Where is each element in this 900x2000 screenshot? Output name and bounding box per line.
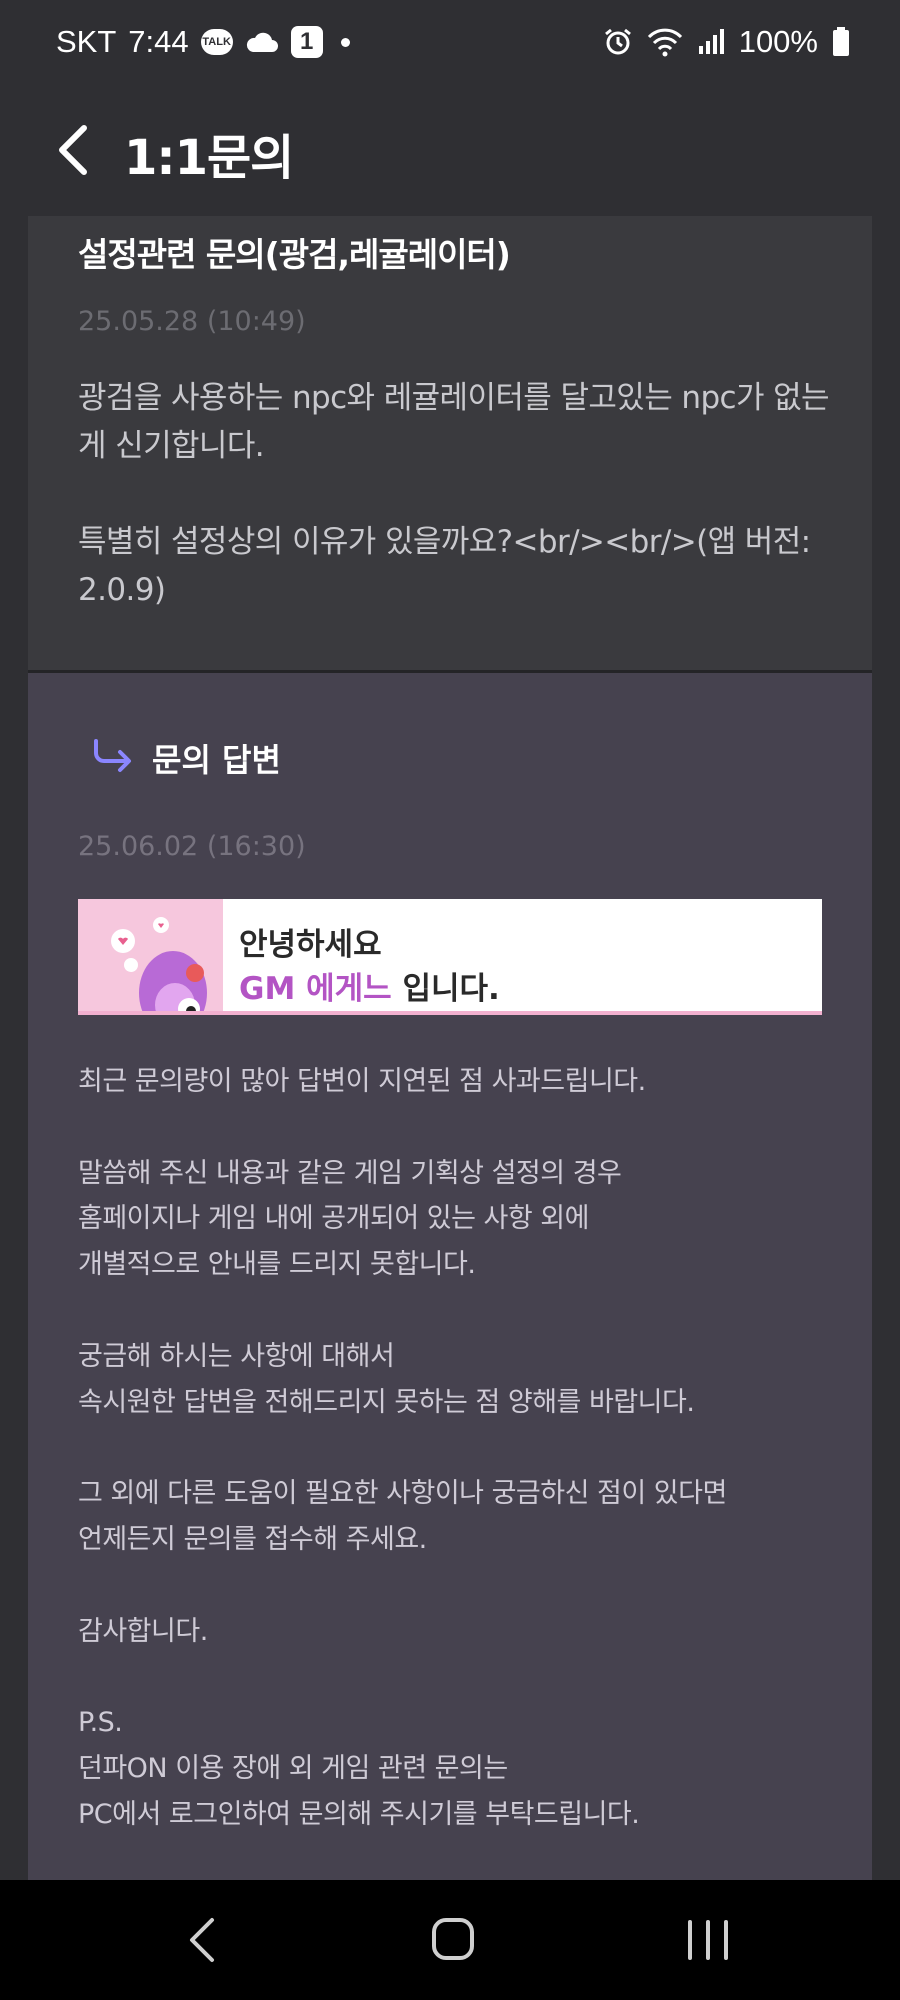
banner-intro: GM 에게느 입니다. xyxy=(239,963,500,1008)
banner-suffix: 입니다. xyxy=(391,971,500,1007)
answer-spacer xyxy=(78,1425,838,1471)
question-title: 설정관련 문의(광검,레귤레이터) xyxy=(78,235,511,274)
answer-paragraph: 감사합니다. xyxy=(78,1615,208,1647)
back-arrow-icon[interactable] xyxy=(52,120,102,180)
banner-underline xyxy=(78,1011,822,1015)
answer-spacer xyxy=(78,1563,838,1609)
talk-icon: TALK xyxy=(200,29,233,55)
answer-spacer xyxy=(78,1288,838,1334)
nav-home-icon[interactable] xyxy=(424,1912,484,1968)
gm-character-illustration xyxy=(111,917,207,1015)
answer-card: 문의 답변 25.06.02 (16:30) 안녕하세요 GM 에게느 입니다.… xyxy=(28,673,872,1880)
battery-icon xyxy=(833,27,849,56)
carrier-label: SKT xyxy=(56,24,117,59)
alarm-icon xyxy=(604,28,631,55)
system-nav-bar xyxy=(0,1880,900,2000)
answer-label: 문의 답변 xyxy=(152,741,281,779)
answer-paragraph: P.S. 던파ON 이용 장애 외 게임 관련 문의는 PC에서 로그인하여 문… xyxy=(78,1707,640,1830)
gm-name: GM 에게느 xyxy=(239,971,392,1007)
status-left: SKT 7:44 TALK 1 xyxy=(56,24,350,60)
answer-spacer xyxy=(78,1654,838,1700)
reply-arrow-icon xyxy=(94,739,131,772)
wifi-icon xyxy=(647,28,682,57)
answer-date: 25.06.02 (16:30) xyxy=(78,831,306,862)
nav-recents-icon[interactable] xyxy=(678,1912,738,1968)
status-right: 100% xyxy=(603,24,850,60)
cloud-icon xyxy=(246,32,278,52)
nav-back-icon[interactable] xyxy=(174,1912,234,1968)
signal-icon xyxy=(698,29,724,54)
page-title: 1:1문의 xyxy=(124,130,294,186)
app-bar: 1:1문의 xyxy=(0,90,900,216)
gm-banner: 안녕하세요 GM 에게느 입니다. xyxy=(78,899,822,1015)
question-card: 설정관련 문의(광검,레귤레이터) 25.05.28 (10:49) 광검을 사… xyxy=(28,216,872,670)
question-date: 25.05.28 (10:49) xyxy=(78,306,306,337)
status-bar: SKT 7:44 TALK 1 100% xyxy=(0,0,900,90)
clock: 7:44 xyxy=(128,24,189,59)
question-body: 광검을 사용하는 npc와 레귤레이터를 달고있는 npc가 없는게 신기합니다… xyxy=(78,380,830,608)
answer-paragraph: 최근 문의량이 많아 답변이 지연된 점 사과드립니다. xyxy=(78,1066,646,1097)
notification-dot xyxy=(340,37,350,47)
answer-paragraph: 궁금해 하시는 사항에 대해서 속시원한 답변을 전해드리지 못하는 점 양해를… xyxy=(78,1340,695,1418)
answer-body: 최근 문의량이 많아 답변이 지연된 점 사과드립니다. 말씀해 주신 내용과 … xyxy=(78,1059,838,1838)
battery-percent: 100% xyxy=(738,24,818,59)
answer-paragraph: 그 외에 다른 도움이 필요한 사항이나 궁금하신 점이 있다면 언제든지 문의… xyxy=(78,1478,727,1555)
answer-paragraph: 말씀해 주신 내용과 같은 게임 기획상 설정의 경우 홈페이지나 게임 내에 … xyxy=(78,1157,622,1281)
notification-badge: 1 xyxy=(290,26,323,58)
banner-greeting: 안녕하세요 xyxy=(239,927,382,963)
answer-spacer xyxy=(78,1105,838,1151)
